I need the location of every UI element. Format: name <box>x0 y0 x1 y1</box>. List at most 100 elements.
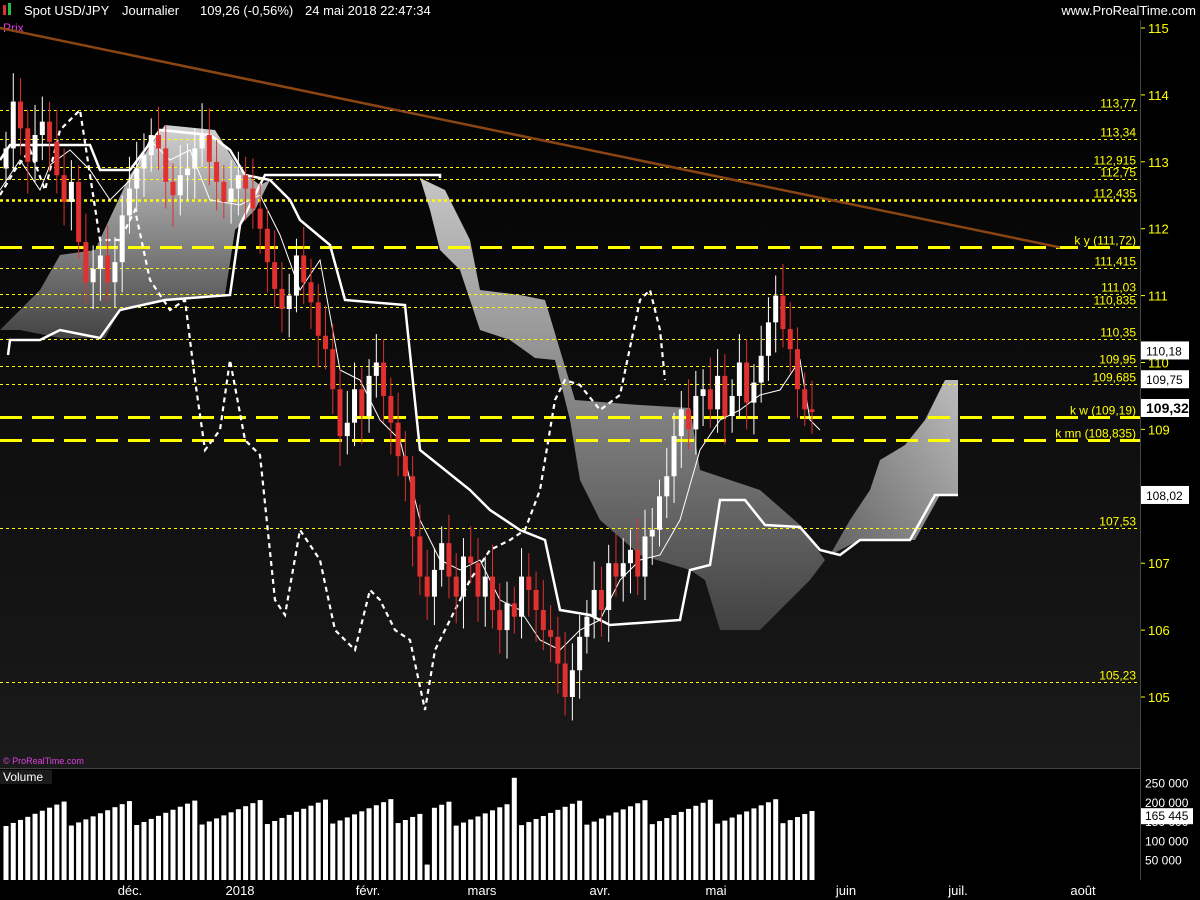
bars-icon <box>3 5 6 15</box>
volume-bar <box>54 804 60 880</box>
candle-body <box>715 375 721 410</box>
y-tick-label: 106 <box>1148 623 1170 638</box>
volume-bar <box>765 802 771 880</box>
candle-body <box>18 101 24 129</box>
candle-body <box>155 135 161 149</box>
volume-bar <box>243 806 249 880</box>
volume-bar <box>192 800 198 880</box>
candle-body <box>47 121 53 142</box>
volume-bar <box>90 816 96 880</box>
candle-body <box>359 389 365 417</box>
volume-bar <box>620 809 626 880</box>
volume-bar <box>431 807 437 880</box>
candle-body <box>257 208 263 229</box>
price-chart[interactable]: Spot USD/JPY Journalier 109,26 (-0,56%) … <box>0 0 1200 900</box>
candle-body <box>264 228 270 263</box>
volume-bar <box>337 820 343 880</box>
datetime-label: 24 mai 2018 22:47:34 <box>305 3 431 18</box>
candle-body <box>119 215 125 263</box>
volume-bar <box>315 802 321 880</box>
volume-bar <box>344 817 350 880</box>
candle-body <box>97 255 103 269</box>
candle-body <box>642 536 648 577</box>
candle-body <box>584 616 590 637</box>
candle-body <box>577 636 583 671</box>
candle-body <box>126 188 132 216</box>
volume-bar <box>526 822 532 880</box>
volume-bar <box>642 800 648 880</box>
volume-bar <box>301 808 307 880</box>
candle-body <box>431 569 437 597</box>
volume-bar <box>264 824 270 880</box>
site-link[interactable]: www.ProRealTime.com <box>1060 3 1196 18</box>
volume-current-label: 165 445 <box>1145 809 1189 823</box>
volume-bar <box>214 818 220 880</box>
candle-body <box>337 389 343 437</box>
volume-bar <box>460 822 466 880</box>
candle-body <box>540 610 546 631</box>
candle-body <box>707 389 713 410</box>
volume-bar <box>185 803 191 880</box>
volume-bar <box>453 825 459 880</box>
candle-body <box>773 295 779 323</box>
volume-bar <box>402 820 408 880</box>
candle-body <box>199 135 205 149</box>
volume-bar <box>715 823 721 880</box>
candle-body <box>221 181 227 202</box>
y-tick-label: 107 <box>1148 556 1170 571</box>
volume-panel-label[interactable]: Volume <box>3 770 43 784</box>
candle-body <box>439 543 445 570</box>
volume-bar <box>519 825 525 880</box>
volume-tick-label: 200 000 <box>1145 796 1189 810</box>
level-label: 111,03 <box>1101 281 1136 295</box>
candle-body <box>301 255 307 283</box>
volume-bar <box>562 806 568 880</box>
volume-bar <box>773 799 779 880</box>
candle-body <box>308 282 314 303</box>
candle-body <box>25 128 31 162</box>
candle-body <box>105 255 111 283</box>
volume-bar <box>446 801 452 880</box>
volume-bar <box>693 805 699 880</box>
candle-body <box>352 389 358 423</box>
candle-body <box>243 175 249 189</box>
volume-bar <box>359 811 365 880</box>
volume-bar <box>504 804 510 880</box>
candle-body <box>32 135 38 162</box>
header-bar <box>0 0 1200 20</box>
volume-bar <box>47 807 53 880</box>
level-label: 109,95 <box>1099 353 1136 367</box>
volume-bar <box>533 819 539 880</box>
volume-bar <box>555 809 561 880</box>
volume-bar <box>758 805 764 880</box>
y-tick-label: 114 <box>1148 88 1169 103</box>
candle-body <box>504 603 510 631</box>
x-tick-label: avr. <box>590 883 611 898</box>
y-tick-label: 115 <box>1148 21 1169 36</box>
volume-bar <box>744 811 750 880</box>
x-tick-label: juin <box>835 883 856 898</box>
level-label: 110,35 <box>1100 326 1136 340</box>
volume-bar <box>671 814 677 880</box>
volume-bar <box>228 812 234 880</box>
time-axis[interactable]: déc. 2018 févr. mars avr. mai juin juil. août <box>118 883 1096 898</box>
y-tick-label: 112 <box>1148 222 1169 237</box>
volume-bar <box>25 816 31 880</box>
candle-body <box>388 395 394 423</box>
level-label: 112,435 <box>1094 187 1137 201</box>
price-tag-label: 108,02 <box>1146 489 1183 503</box>
volume-bar <box>352 814 358 880</box>
candle-body <box>729 395 735 417</box>
candle-body <box>460 556 466 597</box>
volume-bar <box>591 821 597 880</box>
candle-body <box>424 576 430 597</box>
volume-bar <box>511 777 517 880</box>
volume-bar <box>235 809 241 880</box>
candle-body <box>330 349 336 390</box>
volume-bar <box>141 821 147 880</box>
volume-bar <box>279 817 285 880</box>
volume-bar <box>686 808 692 880</box>
volume-bar <box>424 864 430 880</box>
y-tick-label: 111 <box>1148 289 1168 304</box>
volume-bar <box>794 817 800 880</box>
